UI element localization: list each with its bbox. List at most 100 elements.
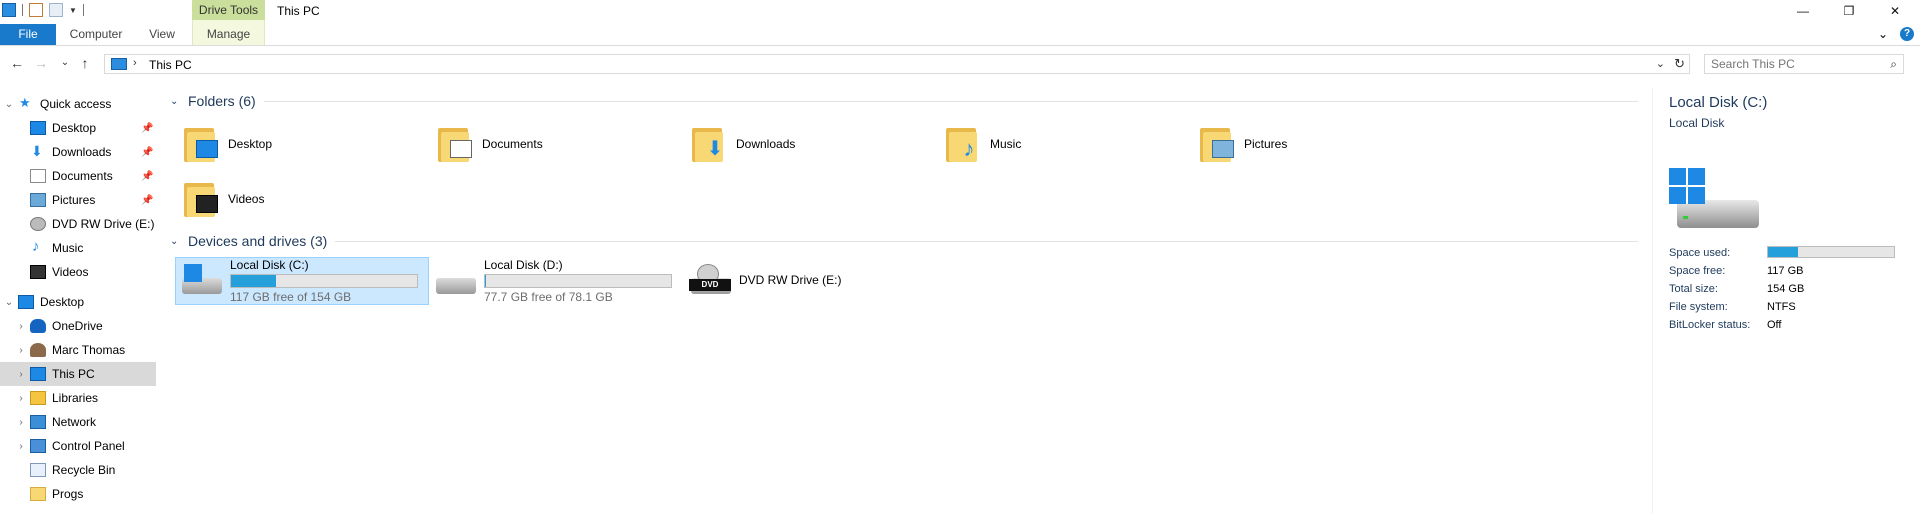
prop-value: 154 GB	[1767, 283, 1805, 295]
close-button[interactable]: ✕	[1872, 0, 1918, 22]
nav-quick-pictures[interactable]: Pictures 📌	[0, 188, 156, 212]
nav-quick-downloads[interactable]: Downloads 📌	[0, 140, 156, 164]
nav-label: Desktop	[40, 295, 85, 309]
desktop-icon	[18, 295, 34, 309]
forward-button[interactable]: →	[32, 54, 50, 72]
back-button[interactable]: ←	[8, 54, 26, 72]
onedrive-icon	[30, 319, 46, 333]
folder-label: Pictures	[1244, 137, 1288, 151]
collapsed-chevron-icon[interactable]: ›	[12, 393, 30, 404]
recent-locations-button[interactable]: ⌄	[56, 54, 74, 72]
nav-quick-dvd[interactable]: DVD RW Drive (E:)	[0, 212, 156, 236]
folder-documents[interactable]: Documents	[438, 120, 678, 168]
this-pc-icon	[111, 58, 127, 70]
tab-view[interactable]: View	[140, 24, 184, 45]
expanded-chevron-icon[interactable]: ⌄	[0, 297, 18, 308]
collapse-group-chevron-icon[interactable]: ⌄	[170, 96, 184, 107]
pin-icon[interactable]: 📌	[141, 123, 153, 134]
collapsed-chevron-icon[interactable]: ›	[12, 417, 30, 428]
folders-group-header[interactable]: ⌄ Folders (6)	[168, 93, 1638, 109]
libraries-icon	[30, 391, 46, 405]
drive-c[interactable]: Local Disk (C:) 117 GB free of 154 GB	[175, 257, 429, 305]
pin-icon[interactable]: 📌	[141, 171, 153, 182]
folder-desktop[interactable]: Desktop	[184, 120, 424, 168]
hard-drive-icon	[434, 264, 478, 298]
documents-folder-icon	[438, 124, 472, 164]
folder-videos[interactable]: Videos	[184, 175, 424, 223]
dvd-drive-icon: DVD	[689, 264, 733, 298]
nav-onedrive[interactable]: › OneDrive	[0, 314, 156, 338]
drive-name: Local Disk (D:)	[484, 258, 563, 272]
nav-recycle-bin[interactable]: Recycle Bin	[0, 458, 156, 482]
desktop-folder-icon	[184, 124, 218, 164]
prop-label: Space free:	[1669, 265, 1726, 277]
nav-quick-music[interactable]: Music	[0, 236, 156, 260]
collapsed-chevron-icon[interactable]: ›	[12, 369, 30, 380]
up-button[interactable]: ↑	[76, 54, 94, 72]
music-icon	[30, 238, 46, 255]
nav-quick-desktop[interactable]: Desktop 📌	[0, 116, 156, 140]
nav-this-pc[interactable]: › This PC	[0, 362, 156, 386]
search-input[interactable]	[1705, 55, 1875, 73]
restore-button[interactable]: ❐	[1826, 0, 1872, 22]
title-bar: ▼ Drive Tools This PC — ❐ ✕	[0, 0, 1920, 45]
folder-label: Desktop	[228, 137, 273, 151]
prop-label: Space used:	[1669, 247, 1731, 259]
nav-network[interactable]: › Network	[0, 410, 156, 434]
breadcrumb-separator-icon[interactable]: ›	[133, 57, 137, 69]
prop-value: Off	[1767, 319, 1782, 331]
details-subtitle: Local Disk	[1669, 116, 1725, 130]
prop-value: 117 GB	[1767, 265, 1804, 277]
customize-toolbar-chevron-icon[interactable]: ▼	[69, 6, 77, 15]
collapsed-chevron-icon[interactable]: ›	[12, 345, 30, 356]
content-area: ⌄ Folders (6) Desktop Documents ⬇ Downlo…	[168, 92, 1640, 514]
nav-label: Marc Thomas	[52, 343, 126, 357]
navigation-pane: ⌄ Quick access Desktop 📌 Downloads 📌 Doc…	[0, 92, 156, 514]
help-icon[interactable]: ?	[1900, 27, 1915, 41]
videos-folder-icon	[184, 179, 218, 219]
prop-value: NTFS	[1767, 301, 1796, 313]
drive-d[interactable]: Local Disk (D:) 77.7 GB free of 78.1 GB	[430, 257, 684, 305]
nav-desktop[interactable]: ⌄ Desktop	[0, 290, 156, 314]
minimize-button[interactable]: —	[1780, 0, 1826, 22]
tab-file[interactable]: File	[0, 24, 56, 45]
this-pc-icon[interactable]	[2, 3, 16, 17]
details-pane: Local Disk (C:) Local Disk Space used: S…	[1652, 88, 1912, 514]
nav-quick-documents[interactable]: Documents 📌	[0, 164, 156, 188]
tab-computer[interactable]: Computer	[66, 24, 126, 45]
nav-quick-videos[interactable]: Videos	[0, 260, 156, 284]
folder-pictures[interactable]: Pictures	[1200, 120, 1440, 168]
dvd-drive-icon	[30, 217, 46, 231]
window-title: This PC	[277, 4, 320, 18]
pin-icon[interactable]: 📌	[141, 195, 153, 206]
tab-manage[interactable]: Manage	[192, 24, 265, 45]
folder-downloads[interactable]: ⬇ Downloads	[692, 120, 932, 168]
address-bar[interactable]: › This PC ⌄ ↻	[104, 54, 1690, 74]
folder-music[interactable]: ♪ Music	[946, 120, 1186, 168]
search-box[interactable]: ⌕	[1704, 54, 1904, 74]
drive-free-space: 117 GB free of 154 GB	[230, 290, 352, 304]
devices-group-header[interactable]: ⌄ Devices and drives (3)	[168, 233, 1638, 249]
group-title: Folders (6)	[188, 93, 256, 109]
divider	[335, 240, 1638, 242]
nav-user[interactable]: › Marc Thomas	[0, 338, 156, 362]
nav-libraries[interactable]: › Libraries	[0, 386, 156, 410]
expand-ribbon-chevron-icon[interactable]: ⌄	[1878, 27, 1888, 41]
group-title: Devices and drives (3)	[188, 233, 328, 249]
breadcrumb[interactable]: This PC	[149, 58, 192, 72]
user-icon	[30, 343, 46, 357]
refresh-button[interactable]: ↻	[1674, 56, 1685, 72]
address-dropdown-chevron-icon[interactable]: ⌄	[1656, 57, 1665, 70]
nav-label: Videos	[52, 265, 89, 279]
drive-e[interactable]: DVD DVD RW Drive (E:)	[685, 257, 885, 305]
pin-icon[interactable]: 📌	[141, 147, 153, 158]
new-folder-icon[interactable]	[49, 3, 63, 17]
nav-control-panel[interactable]: › Control Panel	[0, 434, 156, 458]
collapse-group-chevron-icon[interactable]: ⌄	[170, 236, 184, 247]
nav-progs[interactable]: Progs	[0, 482, 156, 506]
collapsed-chevron-icon[interactable]: ›	[12, 321, 30, 332]
properties-icon[interactable]	[29, 3, 43, 17]
collapsed-chevron-icon[interactable]: ›	[12, 441, 30, 452]
nav-quick-access[interactable]: ⌄ Quick access	[0, 92, 156, 116]
expanded-chevron-icon[interactable]: ⌄	[0, 99, 18, 110]
